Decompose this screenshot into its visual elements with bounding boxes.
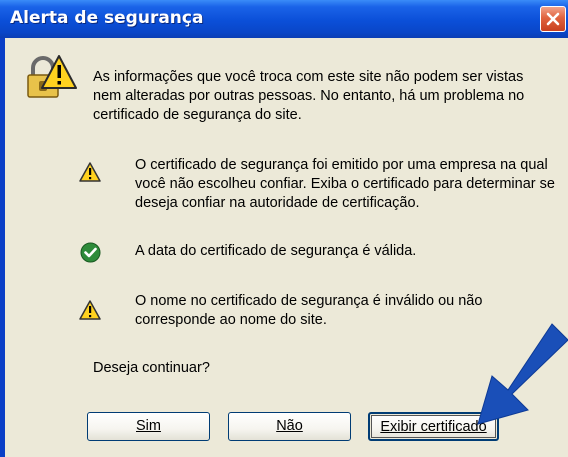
title-bar[interactable]: Alerta de segurança xyxy=(0,0,568,38)
pointer-arrow xyxy=(477,323,568,425)
warning-icon xyxy=(79,300,101,320)
continue-prompt: Deseja continuar? xyxy=(93,360,210,376)
check-icon xyxy=(80,242,101,263)
security-alert-dialog: Alerta de segurança As informações que v… xyxy=(0,0,568,457)
lock-warning-icon xyxy=(27,55,77,98)
yes-button[interactable]: Sim xyxy=(87,412,210,441)
intro-message: As informações que você troca com este s… xyxy=(93,69,525,123)
yes-button-label: Sim xyxy=(136,418,161,434)
warning-icon xyxy=(79,162,101,182)
window-title: Alerta de segurança xyxy=(10,8,204,28)
certificate-date-valid: A data do certificado de segurança é vál… xyxy=(135,243,417,259)
no-button[interactable]: Não xyxy=(228,412,351,441)
no-button-label: Não xyxy=(276,418,303,434)
close-icon xyxy=(546,12,560,26)
close-button[interactable] xyxy=(540,6,566,32)
certificate-issuer-warning: O certificado de segurança foi emitido p… xyxy=(135,157,555,211)
